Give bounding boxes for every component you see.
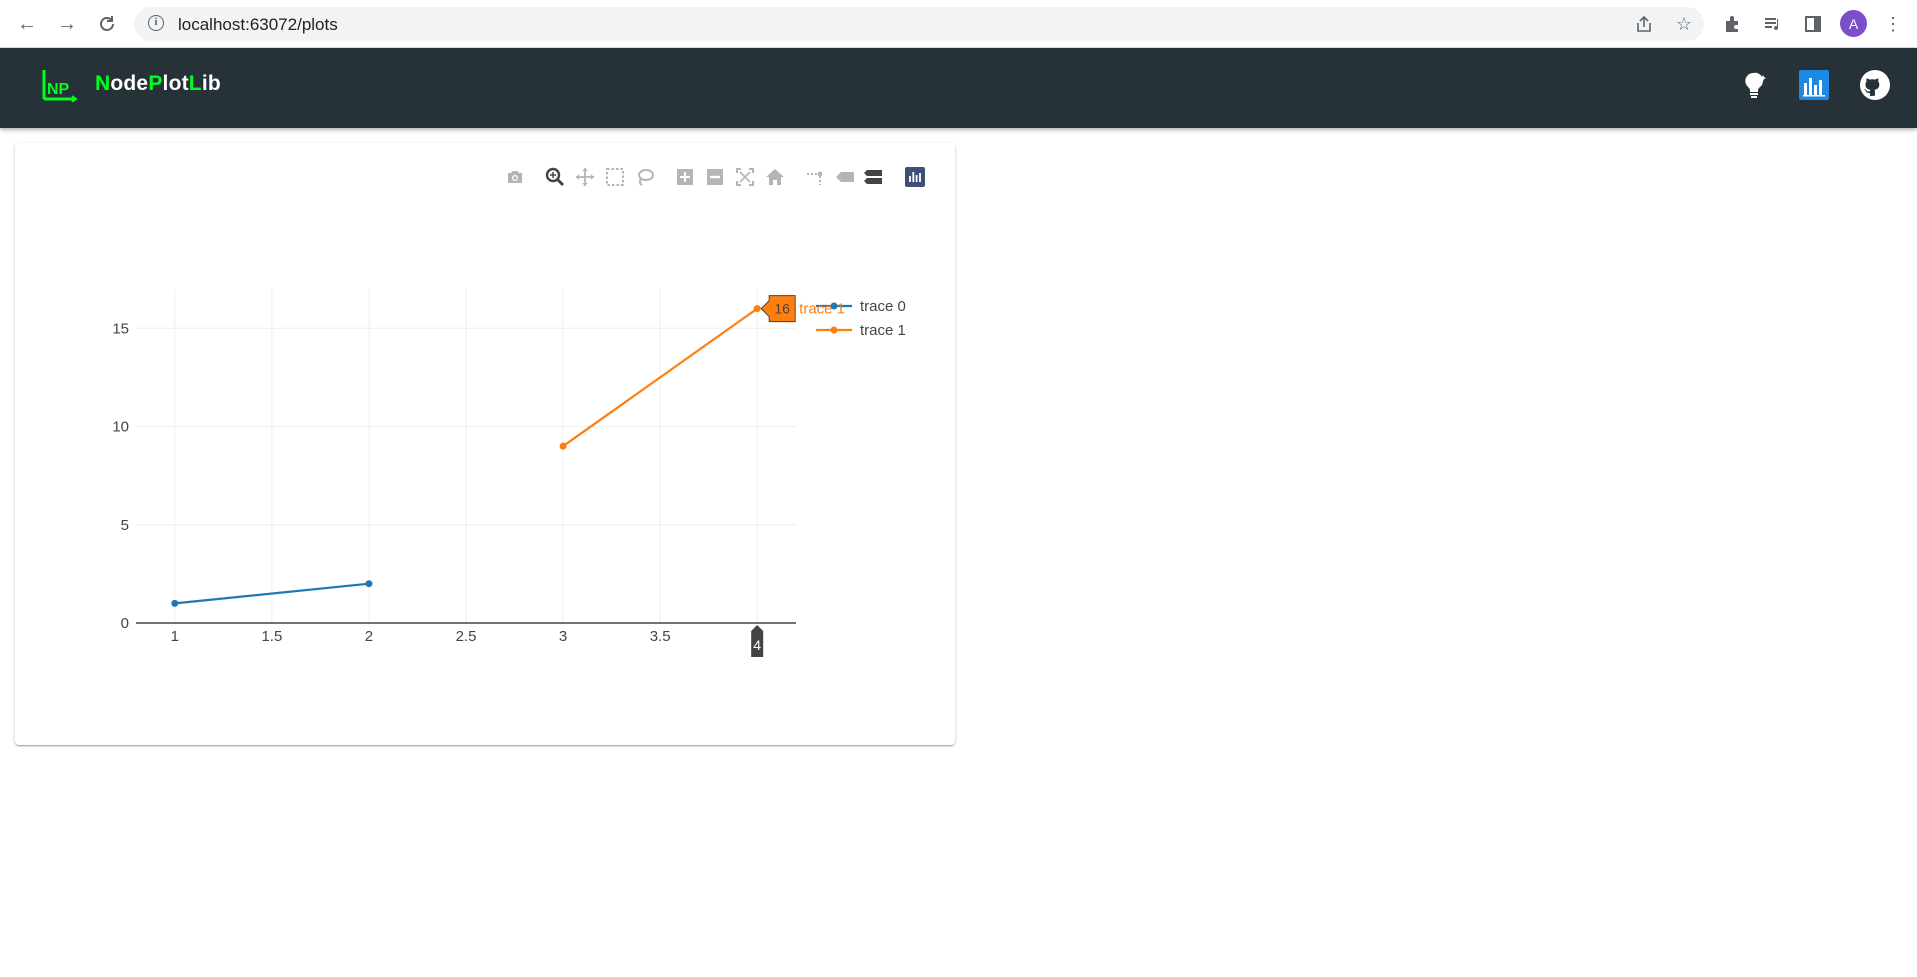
point-hover-series-name: trace 1 bbox=[799, 301, 845, 318]
legend-item-label: trace 0 bbox=[860, 298, 906, 315]
legend-item-label: trace 1 bbox=[860, 322, 906, 339]
nodeplotlib-logo-icon[interactable]: NP bbox=[42, 66, 78, 102]
y-tick-label: 0 bbox=[121, 615, 129, 632]
brand-title[interactable]: NodePlotLib bbox=[95, 72, 221, 96]
y-tick-label: 5 bbox=[121, 517, 129, 534]
menu-kebab-icon[interactable]: ⋮ bbox=[1880, 11, 1906, 37]
x-tick-label: 3 bbox=[559, 628, 567, 645]
data-point bbox=[365, 580, 373, 588]
lightbulb-icon[interactable] bbox=[1738, 68, 1772, 102]
data-point bbox=[559, 442, 567, 450]
brand-letter-p: P bbox=[148, 72, 163, 95]
x-tick-label: 2.5 bbox=[456, 628, 477, 645]
data-point bbox=[171, 599, 179, 607]
plot-card: 1 1.5 2 2.5 3 3.5 0 5 10 15 trace 0 trace 1 4 16 trace… bbox=[15, 143, 955, 745]
y-tick-label: 10 bbox=[112, 419, 129, 436]
reading-list-icon[interactable] bbox=[1760, 11, 1786, 37]
plot-chart-icon[interactable] bbox=[1797, 68, 1831, 102]
reload-icon[interactable] bbox=[94, 11, 120, 37]
brand-letter-n: N bbox=[95, 72, 111, 95]
back-icon[interactable]: ← bbox=[14, 11, 40, 37]
x-tick-label: 2 bbox=[365, 628, 373, 645]
legend-swatch-marker bbox=[830, 326, 838, 334]
url-text[interactable]: localhost:63072/plots bbox=[178, 15, 338, 35]
x-tick-label: 3.5 bbox=[650, 628, 671, 645]
x-tick-label: 1 bbox=[171, 628, 179, 645]
brand-part-ode: ode bbox=[110, 72, 149, 95]
app-header: NP NodePlotLib bbox=[0, 48, 1917, 128]
bookmark-star-icon[interactable]: ☆ bbox=[1672, 12, 1696, 36]
address-bar[interactable]: i localhost:63072/plots ☆ bbox=[134, 7, 1704, 41]
x-hover-label: 4 bbox=[753, 637, 761, 653]
extensions-icon[interactable] bbox=[1720, 11, 1746, 37]
site-info-icon[interactable]: i bbox=[148, 15, 164, 31]
plot-area[interactable]: 1 1.5 2 2.5 3 3.5 0 5 10 15 trace 0 trace 1 4 16 trace… bbox=[15, 143, 955, 745]
x-tick-label: 1.5 bbox=[261, 628, 282, 645]
browser-toolbar: ← → i localhost:63072/plots ☆ A ⋮ bbox=[0, 0, 1917, 48]
y-tick-label: 15 bbox=[112, 320, 129, 337]
github-icon[interactable] bbox=[1858, 68, 1892, 102]
brand-part-lot: lot bbox=[162, 72, 189, 95]
share-icon[interactable] bbox=[1632, 12, 1656, 36]
logo-text: NP bbox=[47, 81, 70, 98]
side-panel-icon[interactable] bbox=[1800, 11, 1826, 37]
brand-letter-l: L bbox=[188, 72, 202, 95]
data-point bbox=[753, 305, 761, 313]
brand-part-ib: ib bbox=[201, 72, 221, 95]
forward-icon[interactable]: → bbox=[54, 11, 80, 37]
avatar[interactable]: A bbox=[1840, 10, 1867, 37]
point-hover-value: 16 bbox=[774, 301, 790, 317]
